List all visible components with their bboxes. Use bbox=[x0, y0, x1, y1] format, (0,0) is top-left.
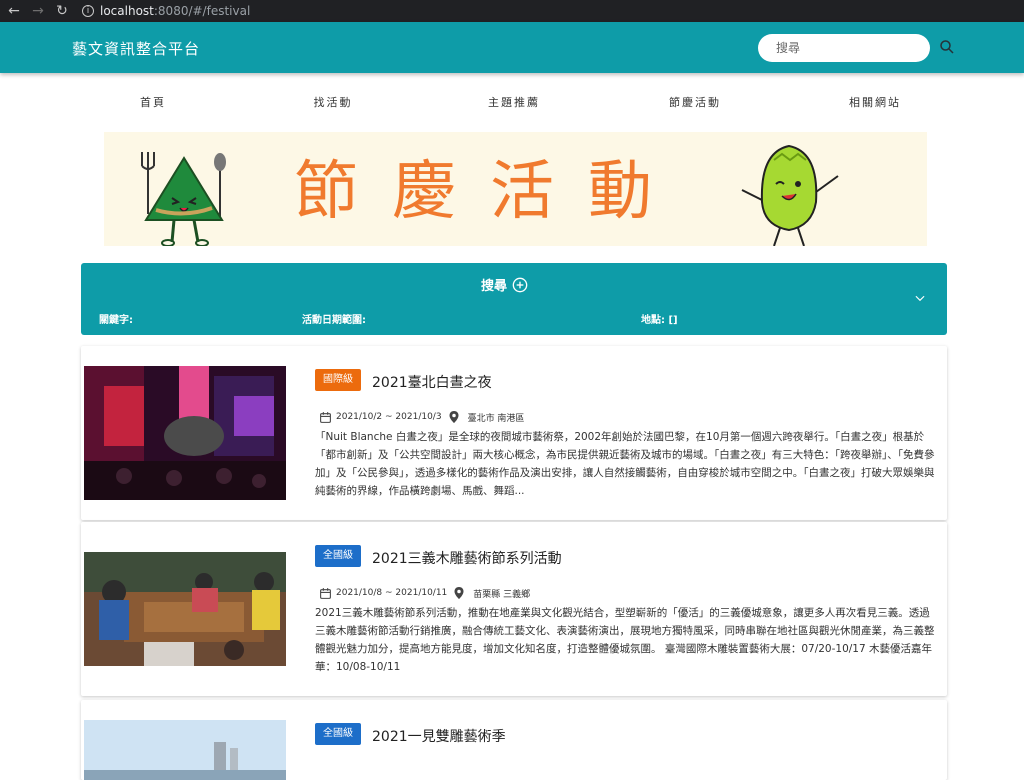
festival-banner: 節慶活動 bbox=[104, 132, 927, 246]
main-nav: 首頁 找活動 主題推薦 節慶活動 相關網站 bbox=[0, 94, 1024, 112]
address-bar[interactable]: i localhost:8080/#/festival bbox=[82, 4, 250, 18]
event-description: 2021三義木雕藝術節系列活動，推動在地產業與文化觀光結合，型塑嶄新的「優活」的… bbox=[315, 607, 935, 673]
nav-find-events[interactable]: 找活動 bbox=[314, 94, 353, 110]
event-meta: 2021/10/2 ~ 2021/10/3 臺北市 南港區 bbox=[319, 409, 524, 425]
forward-arrow-icon[interactable]: → bbox=[28, 3, 48, 19]
event-date: 2021/10/8 ~ 2021/10/11 bbox=[336, 588, 448, 598]
calendar-icon bbox=[320, 411, 331, 423]
event-date: 2021/10/2 ~ 2021/10/3 bbox=[336, 412, 442, 422]
location-pin-icon bbox=[449, 411, 459, 423]
site-title[interactable]: 藝文資訊整合平台 bbox=[72, 38, 200, 59]
nav-related-sites[interactable]: 相關網站 bbox=[849, 94, 901, 110]
plus-circle-icon[interactable] bbox=[512, 277, 528, 293]
event-card[interactable]: 國際級 2021臺北白晝之夜 2021/10/2 ~ 2021/10/3 臺北市… bbox=[81, 346, 947, 520]
event-photo bbox=[84, 552, 286, 666]
zongzi-mascot-illustration bbox=[141, 152, 226, 246]
date-range-label: 活動日期範圍: bbox=[302, 315, 366, 326]
event-location: 臺北市 南港區 bbox=[467, 413, 525, 424]
mascot-illustration bbox=[741, 144, 839, 246]
event-meta: 2021/10/8 ~ 2021/10/11 苗栗縣 三義鄉 bbox=[319, 585, 530, 601]
event-title[interactable]: 2021臺北白晝之夜 bbox=[372, 372, 492, 392]
location-label: 地點: [] bbox=[641, 315, 678, 326]
event-level-badge: 全國級 bbox=[315, 545, 361, 567]
keyword-label: 關鍵字: bbox=[99, 315, 133, 326]
search-filter-panel: 搜尋 關鍵字: 活動日期範圍: 地點: [] bbox=[81, 263, 947, 335]
event-card[interactable]: 全國級 2021一見雙雕藝術季 bbox=[81, 700, 947, 780]
filter-title: 搜尋 bbox=[481, 279, 508, 294]
event-description: 「Nuit Blanche 白晝之夜」是全球的夜間城市藝術祭，2002年創始於法… bbox=[315, 431, 935, 497]
app-header: 藝文資訊整合平台 bbox=[0, 22, 1024, 73]
nav-themes[interactable]: 主題推薦 bbox=[488, 94, 540, 110]
info-icon[interactable]: i bbox=[82, 5, 94, 17]
event-location: 苗栗縣 三義鄉 bbox=[473, 589, 531, 600]
event-card[interactable]: 全國級 2021三義木雕藝術節系列活動 2021/10/8 ~ 2021/10/… bbox=[81, 522, 947, 696]
event-title[interactable]: 2021三義木雕藝術節系列活動 bbox=[372, 548, 562, 568]
url-path: :8080/#/festival bbox=[153, 4, 251, 18]
banner-title: 節慶活動 bbox=[294, 155, 686, 229]
location-pin-icon bbox=[454, 587, 464, 599]
calendar-icon bbox=[320, 587, 331, 599]
event-title[interactable]: 2021一見雙雕藝術季 bbox=[372, 726, 506, 746]
nav-home[interactable]: 首頁 bbox=[140, 94, 166, 110]
search-icon[interactable] bbox=[938, 38, 956, 56]
browser-toolbar: ← → ↻ i localhost:8080/#/festival bbox=[0, 0, 1024, 22]
event-level-badge: 國際級 bbox=[315, 369, 361, 391]
event-level-badge: 全國級 bbox=[315, 723, 361, 745]
back-arrow-icon[interactable]: ← bbox=[4, 3, 24, 19]
chevron-down-icon[interactable] bbox=[913, 291, 927, 305]
event-photo bbox=[84, 720, 286, 780]
filter-toggle[interactable]: 搜尋 bbox=[481, 275, 528, 294]
search-input[interactable] bbox=[758, 34, 930, 62]
event-photo bbox=[84, 366, 286, 500]
nav-festivals[interactable]: 節慶活動 bbox=[669, 94, 721, 110]
reload-icon[interactable]: ↻ bbox=[52, 3, 72, 19]
url-host: localhost bbox=[100, 4, 154, 18]
